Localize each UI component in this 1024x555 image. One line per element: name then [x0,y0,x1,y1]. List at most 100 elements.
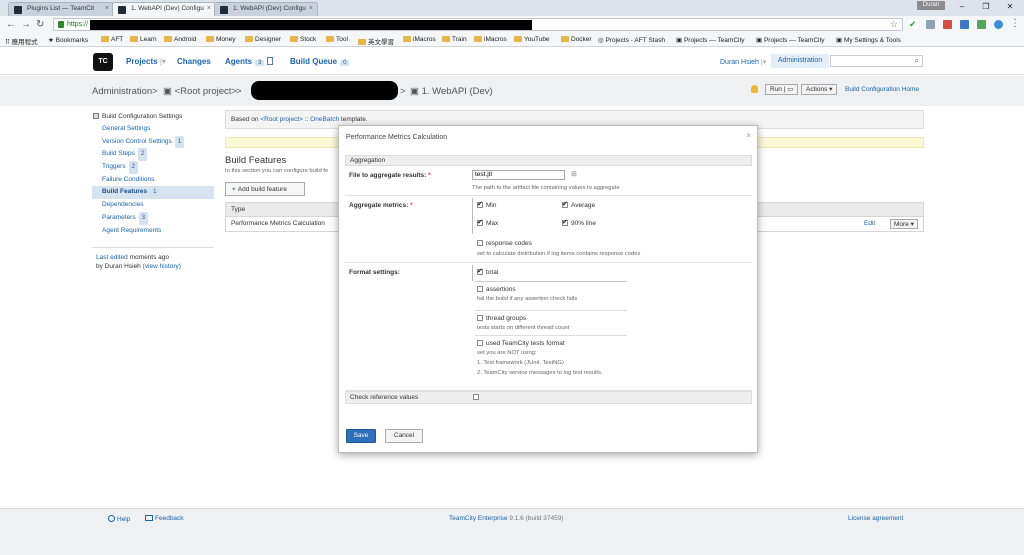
browser-tab-webapi[interactable]: 1. WebAPI (Dev) Configu × [214,2,318,16]
restore-icon[interactable]: ❐ [974,0,998,14]
nav-build-queue[interactable]: Build Queue 0 [290,57,350,66]
bookmark-folder[interactable]: iMacros [474,36,507,43]
thread-groups-checkbox[interactable]: thread groups [477,315,526,322]
metrics-label: Aggregate metrics: * [349,202,413,209]
nav-changes[interactable]: Changes [177,57,211,66]
sidebar-item-parameters[interactable]: Parameters 3 [92,211,214,225]
nav-agents[interactable]: Agents 3 [225,57,274,66]
settings-sidebar: Build Configuration Settings General Set… [92,110,214,271]
bookmark-folder[interactable]: iMacros [403,36,436,43]
extension-icon[interactable] [977,20,986,29]
minimize-icon[interactable]: – [950,0,974,14]
bookmark-folder[interactable]: YouTube [514,36,550,43]
bookmark-folder[interactable]: Stock [290,36,316,43]
sidebar-item-failure-conditions[interactable]: Failure Conditions [92,174,214,187]
bookmark-stash[interactable]: ◎ Projects - AFT Stash [598,36,665,44]
bookmark-folder[interactable]: Docker [561,36,592,43]
bookmark-bookmarks[interactable]: ★ Bookmarks [48,36,88,44]
sidebar-item-dependencies[interactable]: Dependencies [92,199,214,212]
metric-average-checkbox[interactable]: Average [562,200,595,209]
address-bar[interactable]: https:// ☆ [53,18,903,31]
file-chooser-icon[interactable]: ⊞ [571,170,577,178]
actions-dropdown[interactable]: Actions ▾ [801,84,838,95]
format-total-checkbox[interactable]: total [477,267,498,276]
forward-arrow-icon[interactable]: → [21,19,31,30]
bookmark-apps[interactable]: ⠿ 應用程式 [5,36,38,46]
bookmark-folder[interactable]: Train [442,36,467,43]
extension-icon[interactable] [943,20,952,29]
edit-feature-link[interactable]: Edit [864,217,875,231]
browser-profile-chip[interactable]: Duran [917,1,945,10]
metrics-row: Aggregate metrics: * Min Average Max 90%… [345,196,752,263]
close-tab-icon[interactable]: × [105,5,109,12]
sidebar-item-build-features[interactable]: Build Features 1 [92,186,214,200]
nav-projects[interactable]: Projects |▾ [126,57,166,66]
bookmark-mysettings[interactable]: ▣ My Settings & Tools [836,36,901,44]
metric-min-checkbox[interactable]: Min [477,200,496,209]
browser-menu-icon[interactable]: ⋮ [1010,18,1020,29]
bookmark-teamcity[interactable]: ▣ Projects — TeamCity [756,36,825,44]
bookmark-folder[interactable]: Tool [326,36,348,43]
cancel-button[interactable]: Cancel [385,429,423,443]
teamcity-logo[interactable]: TC [93,53,113,71]
sidebar-item-vcs-settings[interactable]: Version Control Settings 1 [92,135,214,149]
sidebar-item-build-steps[interactable]: Build Steps 2 [92,148,214,162]
more-dropdown[interactable]: More ▾ [890,219,918,229]
bookmark-folder[interactable]: AFT [101,36,123,43]
nav-administration[interactable]: Administration [771,54,829,68]
metric-90-line-checkbox[interactable]: 90% line [562,218,596,227]
breadcrumb-root-project[interactable]: ▣ <Root project> [163,86,237,97]
view-history-link[interactable]: (view history) [143,263,181,270]
close-icon[interactable]: × [746,131,751,140]
window-close-icon[interactable]: ✕ [998,0,1022,14]
sidebar-item-triggers[interactable]: Triggers 2 [92,161,214,174]
agent-icon [267,57,274,65]
sidebar-title[interactable]: Build Configuration Settings [92,110,214,123]
onebatch-template-link[interactable]: OneBatch [310,116,339,123]
browser-tab-plugins[interactable]: Plugins List — TeamCit × [8,2,114,16]
performance-metrics-dialog: Performance Metrics Calculation × Aggreg… [338,125,758,453]
bookmark-star-icon[interactable]: ☆ [890,19,898,30]
search-input[interactable]: ⌕ [830,55,923,67]
reload-icon[interactable]: ↻ [36,19,44,30]
license-link[interactable]: License agreement [848,515,903,522]
user-menu[interactable]: Duran Hsieh |▾ [720,58,766,66]
bookmark-folder[interactable]: 英文學習 [358,36,394,46]
bookmark-folder[interactable]: Designer [245,36,281,43]
back-arrow-icon[interactable]: ← [6,19,16,30]
root-project-link[interactable]: <Root project> [260,116,303,123]
bookmark-folder[interactable]: Learn [130,36,157,43]
teamcity-favicon-icon [118,6,126,14]
bookmark-teamcity[interactable]: ▣ Projects — TeamCity [676,36,745,44]
last-edited-link[interactable]: Last edited [96,254,128,261]
extension-icon[interactable] [960,20,969,29]
bookmark-folder[interactable]: Android [164,36,196,43]
help-link[interactable]: Help [108,515,130,523]
used-teamcity-format-checkbox[interactable]: used TeamCity tests format [477,340,565,347]
assertions-checkbox[interactable]: assertions [477,286,516,293]
sidebar-item-agent-requirements[interactable]: Agent Requirements [92,225,214,238]
page-title: Build Features [225,155,287,166]
file-hint: The path to the artifact file containing… [472,185,620,191]
close-tab-icon[interactable]: × [309,5,313,12]
close-tab-icon[interactable]: × [207,5,211,12]
breadcrumb-administration[interactable]: Administration [92,86,152,97]
bookmark-folder[interactable]: Money [206,36,236,43]
extension-icon[interactable] [926,20,935,29]
response-codes-checkbox[interactable]: response codes [477,240,532,247]
check-reference-checkbox[interactable] [473,394,482,401]
file-path-input[interactable]: test.jtl [472,170,565,180]
check-extension-icon[interactable]: ✔ [909,20,918,29]
browser-tab-webapi-active[interactable]: 1. WebAPI (Dev) Configu × [112,2,216,16]
add-build-feature-button[interactable]: + Add build feature [225,182,305,196]
run-button[interactable]: Run | ▭ [765,84,799,95]
extension-icon[interactable] [994,20,1003,29]
folder-icon [164,36,172,42]
feedback-link[interactable]: Feedback [145,515,184,522]
breadcrumb-current[interactable]: ▣ 1. WebAPI (Dev) [410,86,493,97]
lightbulb-icon[interactable] [751,85,758,93]
build-configuration-home-link[interactable]: Build Configuration Home [845,86,919,93]
save-button[interactable]: Save [346,429,376,443]
metric-max-checkbox[interactable]: Max [477,218,498,227]
sidebar-item-general-settings[interactable]: General Settings [92,123,214,136]
